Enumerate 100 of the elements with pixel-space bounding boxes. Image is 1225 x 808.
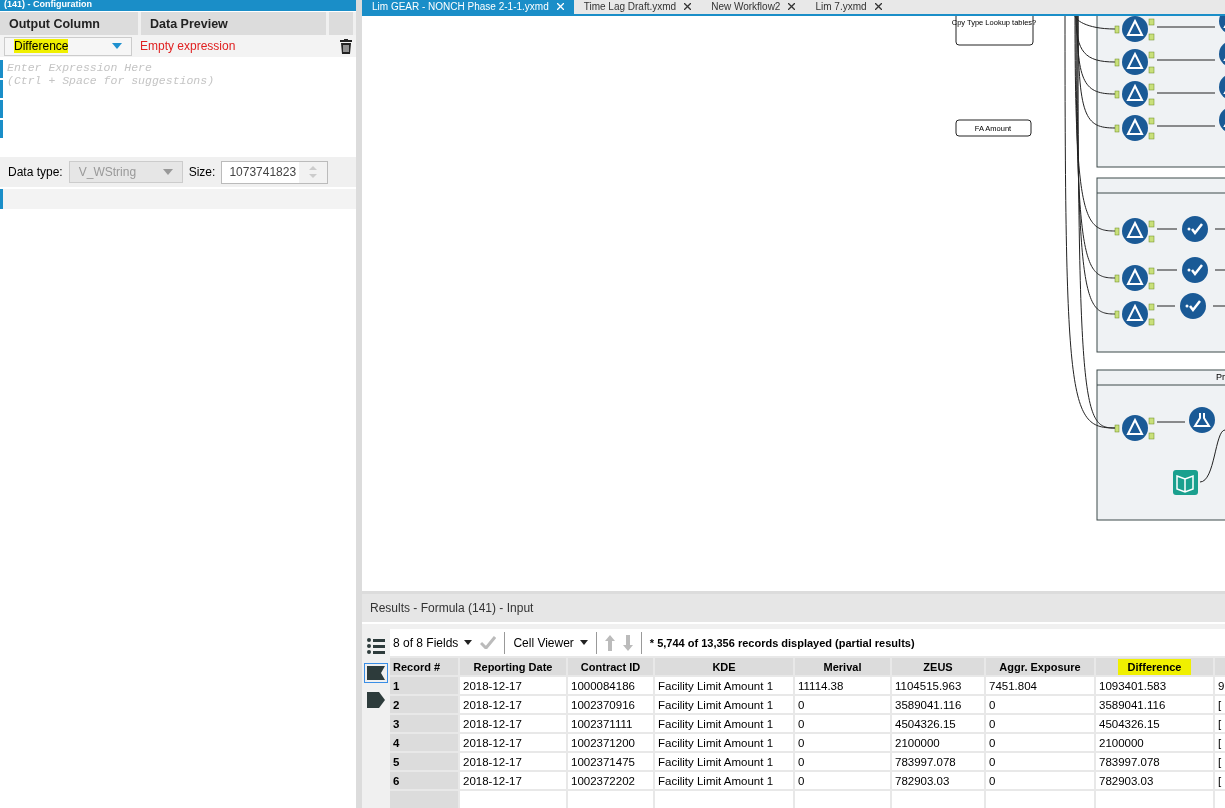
table-cell: [ bbox=[1215, 696, 1225, 713]
document-tab[interactable]: Time Lag Draft.yxmd bbox=[573, 0, 702, 14]
caret-icon bbox=[162, 169, 173, 175]
record-number: 4 bbox=[390, 734, 458, 751]
table-cell: 1093401.583 bbox=[1096, 677, 1213, 694]
table-cell: 0 bbox=[986, 734, 1094, 751]
filter-tool-icon[interactable] bbox=[1114, 48, 1155, 75]
close-icon[interactable] bbox=[788, 3, 796, 11]
table-cell: 1002371111 bbox=[568, 715, 653, 732]
connector-line bbox=[1156, 92, 1216, 94]
filter-tool-icon[interactable] bbox=[1114, 114, 1155, 141]
formula-tool-icon[interactable] bbox=[1219, 40, 1225, 67]
formula-tool-icon[interactable] bbox=[1189, 406, 1215, 433]
list-icon[interactable] bbox=[367, 638, 385, 654]
column-header[interactable]: Aggr. Exposure bbox=[986, 658, 1094, 675]
table-cell: Facility Limit Amount 1 bbox=[655, 734, 793, 751]
connector-line bbox=[1214, 228, 1225, 230]
table-cell: [ bbox=[1215, 753, 1225, 770]
close-icon[interactable] bbox=[684, 3, 692, 11]
column-header[interactable]: Difference bbox=[1096, 658, 1213, 675]
record-number: 2 bbox=[390, 696, 458, 713]
table-cell: 1002372202 bbox=[568, 772, 653, 789]
table-cell: 1104515.963 bbox=[892, 677, 984, 694]
filter-tool-icon[interactable] bbox=[1114, 300, 1155, 327]
table-cell: 0 bbox=[986, 696, 1094, 713]
table-cell: 11114.38 bbox=[795, 677, 890, 694]
table-cell: 2018-12-17 bbox=[460, 753, 566, 770]
output-column-dropdown[interactable]: Difference bbox=[4, 36, 132, 56]
column-header[interactable]: Merival bbox=[795, 658, 890, 675]
connector-line bbox=[1199, 429, 1225, 483]
column-header[interactable]: Contract ID bbox=[568, 658, 653, 675]
connector-line bbox=[1156, 125, 1216, 127]
table-cell: 0 bbox=[795, 696, 890, 713]
table-cell: 1002371475 bbox=[568, 753, 653, 770]
checkmark-icon[interactable] bbox=[480, 636, 497, 649]
filter-tool-icon[interactable] bbox=[1114, 15, 1155, 42]
connector-line bbox=[1156, 59, 1216, 61]
table-cell: 782903.03 bbox=[1096, 772, 1213, 789]
table-cell: Facility Limit Amount 1 bbox=[655, 753, 793, 770]
filter-tool-icon[interactable] bbox=[1114, 264, 1155, 291]
records-summary: * 5,744 of 13,356 records displayed (partial results) bbox=[649, 636, 915, 649]
table-cell: 3589041.116 bbox=[1096, 696, 1213, 713]
tag-icon[interactable] bbox=[367, 692, 385, 708]
fields-dropdown[interactable]: 8 of 8 Fields bbox=[393, 635, 473, 650]
trash-icon[interactable] bbox=[340, 38, 352, 54]
connector-line bbox=[1156, 269, 1178, 271]
viewer-dropdown[interactable]: Cell Viewer bbox=[513, 635, 588, 650]
document-tab[interactable]: Lim GEAR - NONCH Phase 2-1-1.yxmd bbox=[362, 0, 574, 14]
document-tab[interactable]: New Workflow2 bbox=[701, 0, 806, 14]
column-header: Data Preview bbox=[141, 12, 326, 35]
table-cell: 2100000 bbox=[892, 734, 984, 751]
table-cell: 0 bbox=[795, 734, 890, 751]
column-header[interactable]: Reporting Date bbox=[460, 658, 566, 675]
formula-tool-icon[interactable] bbox=[1219, 15, 1225, 34]
table-cell: 1002370916 bbox=[568, 696, 653, 713]
table-cell: 782903.03 bbox=[892, 772, 984, 789]
column-header[interactable]: Record # bbox=[390, 658, 458, 675]
check-tool-icon[interactable] bbox=[1180, 292, 1206, 319]
dropdown-value: Difference bbox=[14, 39, 69, 53]
filter-tool-icon[interactable] bbox=[1114, 80, 1155, 107]
filter-tool-icon[interactable] bbox=[1114, 414, 1155, 441]
table-cell: 0 bbox=[986, 772, 1094, 789]
close-icon[interactable] bbox=[874, 3, 882, 11]
column-header[interactable]: ZEUS bbox=[892, 658, 984, 675]
record-number: 1 bbox=[390, 677, 458, 694]
caret-icon bbox=[579, 640, 588, 645]
header-cell bbox=[329, 12, 353, 35]
column-header[interactable]: KDE bbox=[655, 658, 793, 675]
table-cell: 0 bbox=[795, 715, 890, 732]
table-cell: 1002371200 bbox=[568, 734, 653, 751]
table-cell: 7451.804 bbox=[986, 677, 1094, 694]
formula-tool-icon[interactable] bbox=[1219, 106, 1225, 133]
size-field[interactable]: 1073741823 bbox=[221, 160, 329, 184]
table-cell: [ bbox=[1215, 734, 1225, 751]
check-tool-icon[interactable] bbox=[1182, 256, 1208, 283]
record-number: 5 bbox=[390, 753, 458, 770]
results-title: Results - Formula (141) - Input bbox=[369, 600, 535, 617]
caret-icon bbox=[464, 640, 473, 645]
connector-line bbox=[1156, 228, 1178, 230]
book-tool-icon[interactable] bbox=[1173, 469, 1198, 495]
container-label: Pr bbox=[1216, 371, 1225, 382]
table-cell: 3589041.116 bbox=[892, 696, 984, 713]
table-cell: 2018-12-17 bbox=[460, 772, 566, 789]
formula-tool-icon[interactable] bbox=[1219, 73, 1225, 100]
record-number: 6 bbox=[390, 772, 458, 789]
field-label: Size: bbox=[188, 165, 216, 179]
table-cell: 783997.078 bbox=[892, 753, 984, 770]
table-cell: 2100000 bbox=[1096, 734, 1213, 751]
table-cell: 2018-12-17 bbox=[460, 715, 566, 732]
column-header: Output Column bbox=[0, 12, 138, 35]
table-cell: 2018-12-17 bbox=[460, 677, 566, 694]
table-cell: 4504326.15 bbox=[892, 715, 984, 732]
caret-icon bbox=[112, 43, 122, 49]
filter-tool-icon[interactable] bbox=[1114, 217, 1155, 244]
data-view-icon[interactable] bbox=[364, 663, 388, 683]
table-cell: 0 bbox=[795, 772, 890, 789]
document-tab[interactable]: Lim 7.yxmd bbox=[805, 0, 892, 14]
table-cell: 0 bbox=[795, 753, 890, 770]
check-tool-icon[interactable] bbox=[1182, 215, 1208, 242]
table-cell: 2018-12-17 bbox=[460, 734, 566, 751]
